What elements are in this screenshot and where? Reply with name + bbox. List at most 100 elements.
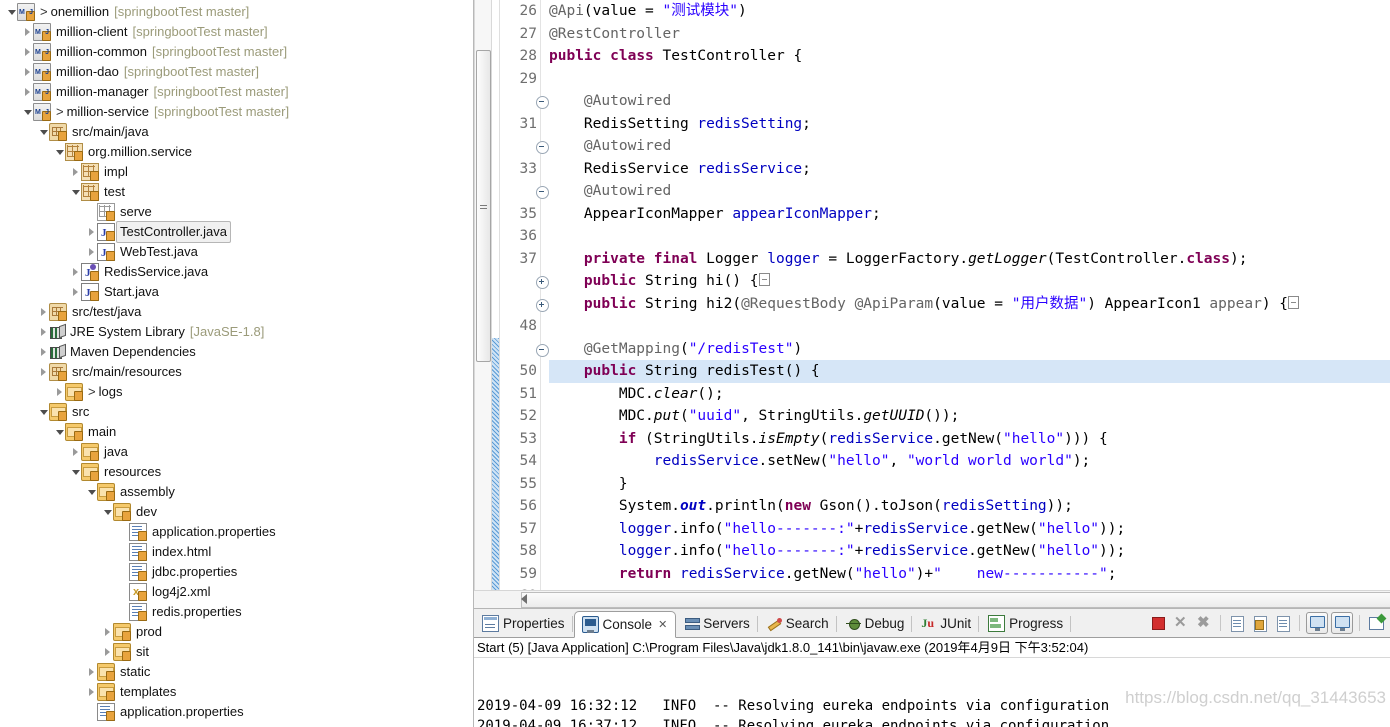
code-line[interactable]: MDC.put("uuid", StringUtils.getUUID()); [549, 405, 1390, 428]
code-line[interactable]: logger.info("hello-------:"+redisService… [549, 518, 1390, 541]
remove-all-terminated-button[interactable]: ✖ [1194, 613, 1214, 633]
tree-item[interactable]: impl [0, 162, 473, 182]
tree-item[interactable]: src/main/resources [0, 362, 473, 382]
code-line[interactable]: MDC.clear(); [549, 383, 1390, 406]
code-line[interactable]: return redisService.getNew("hello")+" ne… [549, 563, 1390, 586]
expand-arrow-icon[interactable] [70, 162, 81, 182]
tree-item[interactable]: dev [0, 502, 473, 522]
editor-horizontal-scrollbar[interactable] [474, 590, 1390, 609]
tree-item[interactable]: templates [0, 682, 473, 702]
code-line[interactable]: public String hi() { [549, 270, 1390, 293]
tree-item[interactable]: java [0, 442, 473, 462]
collapse-arrow-icon[interactable] [70, 462, 81, 482]
tree-item[interactable]: >onemillion [springbootTest master] [0, 2, 473, 23]
code-line[interactable]: public class TestController { [549, 45, 1390, 68]
expand-arrow-icon[interactable] [38, 362, 49, 382]
code-line[interactable]: RedisService redisService; [549, 158, 1390, 181]
tree-item[interactable]: static [0, 662, 473, 682]
tab-progress[interactable]: Progress [980, 610, 1072, 637]
open-console-button[interactable] [1366, 613, 1386, 633]
expand-arrow-icon[interactable] [22, 22, 33, 42]
tab-junit[interactable]: Ju JUnit [913, 610, 980, 637]
display-selected-console-button[interactable] [1331, 612, 1353, 634]
tree-item[interactable]: serve [0, 202, 473, 222]
tree-item[interactable]: million-common [springbootTest master] [0, 42, 473, 63]
expand-arrow-icon[interactable] [22, 82, 33, 102]
code-line[interactable]: System.out.println(new Gson().toJson(red… [549, 495, 1390, 518]
editor-horizontal-scrollbar-thumb[interactable] [521, 592, 1390, 609]
collapse-arrow-icon[interactable] [70, 182, 81, 202]
code-line[interactable]: @Api(value = "测试模块") [549, 0, 1390, 23]
code-line[interactable]: @RestController [549, 23, 1390, 46]
tree-item[interactable]: index.html [0, 542, 473, 562]
tab-debug[interactable]: Debug [838, 610, 914, 637]
expand-arrow-icon[interactable] [38, 322, 49, 342]
code-line[interactable]: @Autowired [549, 90, 1390, 113]
collapse-arrow-icon[interactable] [54, 422, 65, 442]
word-wrap-button[interactable] [1273, 613, 1293, 633]
code-editor[interactable]: 26 27 28 29 31 33 35 36 37 48 50 51 52 53 54 55 56 57 58 59… [474, 0, 1390, 591]
tree-item[interactable]: Start.java [0, 282, 473, 303]
code-line[interactable]: @GetMapping("/redisTest") [549, 338, 1390, 361]
tree-item[interactable]: src [0, 402, 473, 422]
tab-servers[interactable]: Servers [676, 610, 759, 637]
remove-launch-button[interactable]: ✕ [1171, 613, 1191, 633]
expand-arrow-icon[interactable] [70, 442, 81, 462]
close-icon[interactable]: ✕ [658, 618, 667, 631]
expand-arrow-icon[interactable] [54, 382, 65, 402]
expand-arrow-icon[interactable] [86, 242, 97, 262]
tab-search[interactable]: Search [759, 610, 838, 637]
tree-item[interactable]: application.properties [0, 702, 473, 722]
project-tree[interactable]: >onemillion[springbootTest master]millio… [0, 0, 473, 722]
clear-console-button[interactable] [1227, 613, 1247, 633]
tree-item[interactable]: million-client [springbootTest master] [0, 22, 473, 43]
expand-arrow-icon[interactable] [86, 662, 97, 682]
console-view-tabbar[interactable]: Properties Console ✕ Servers Search Debug Ju JU… [474, 609, 1390, 638]
collapse-arrow-icon[interactable] [6, 2, 17, 22]
collapse-arrow-icon[interactable] [22, 102, 33, 122]
code-line[interactable]: } [549, 473, 1390, 496]
collapse-arrow-icon[interactable] [86, 482, 97, 502]
tree-item[interactable]: org.million.service [0, 142, 473, 162]
tree-item[interactable]: redis.properties [0, 602, 473, 622]
terminate-button[interactable] [1148, 613, 1168, 633]
expand-arrow-icon[interactable] [102, 642, 113, 662]
code-line[interactable] [549, 225, 1390, 248]
tree-item[interactable]: TestController.java [0, 221, 473, 243]
code-line[interactable]: redisService.setNew("hello", "world worl… [549, 450, 1390, 473]
tree-item[interactable]: test [0, 182, 473, 202]
code-line[interactable]: if (StringUtils.isEmpty(redisService.get… [549, 428, 1390, 451]
tree-item[interactable]: million-dao [springbootTest master] [0, 62, 473, 83]
line-number-gutter[interactable]: 26 27 28 29 31 33 35 36 37 48 50 51 52 53 54 55 56 57 58 59… [500, 0, 549, 591]
tab-console[interactable]: Console ✕ [573, 611, 677, 638]
code-line[interactable]: AppearIconMapper appearIconMapper; [549, 203, 1390, 226]
tab-properties[interactable]: Properties [474, 610, 574, 637]
expand-arrow-icon[interactable] [70, 262, 81, 282]
editor-vertical-scrollbar[interactable] [474, 0, 492, 591]
code-line[interactable]: public String redisTest() { [549, 360, 1390, 383]
expand-arrow-icon[interactable] [22, 62, 33, 82]
tree-item[interactable]: sit [0, 642, 473, 662]
collapse-arrow-icon[interactable] [102, 502, 113, 522]
tree-item[interactable]: >million-service [springbootTest master] [0, 102, 473, 123]
scroll-left-arrow-icon[interactable] [521, 594, 527, 605]
editor-vertical-scrollbar-thumb[interactable] [476, 50, 491, 362]
expand-arrow-icon[interactable] [38, 342, 49, 362]
code-line[interactable]: private final Logger logger = LoggerFact… [549, 248, 1390, 271]
tree-item[interactable]: src/test/java [0, 302, 473, 322]
tree-item[interactable]: log4j2.xml [0, 582, 473, 602]
pin-console-button[interactable] [1306, 612, 1328, 634]
expand-arrow-icon[interactable] [22, 42, 33, 62]
console-toolbar[interactable]: ✕ ✖ [1148, 612, 1386, 634]
expand-arrow-icon[interactable] [86, 222, 97, 242]
console-output[interactable]: 2019-04-09 16:32:12 INFO -- Resolving eu… [474, 658, 1390, 727]
tree-item[interactable]: prod [0, 622, 473, 642]
code-line[interactable]: RedisSetting redisSetting; [549, 113, 1390, 136]
expand-arrow-icon[interactable] [38, 302, 49, 322]
collapse-arrow-icon[interactable] [38, 402, 49, 422]
collapse-arrow-icon[interactable] [38, 122, 49, 142]
code-line[interactable]: @Autowired [549, 180, 1390, 203]
code-line[interactable]: public String hi2(@RequestBody @ApiParam… [549, 293, 1390, 316]
tree-item[interactable]: million-manager [springbootTest master] [0, 82, 473, 103]
scroll-lock-button[interactable] [1250, 613, 1270, 633]
